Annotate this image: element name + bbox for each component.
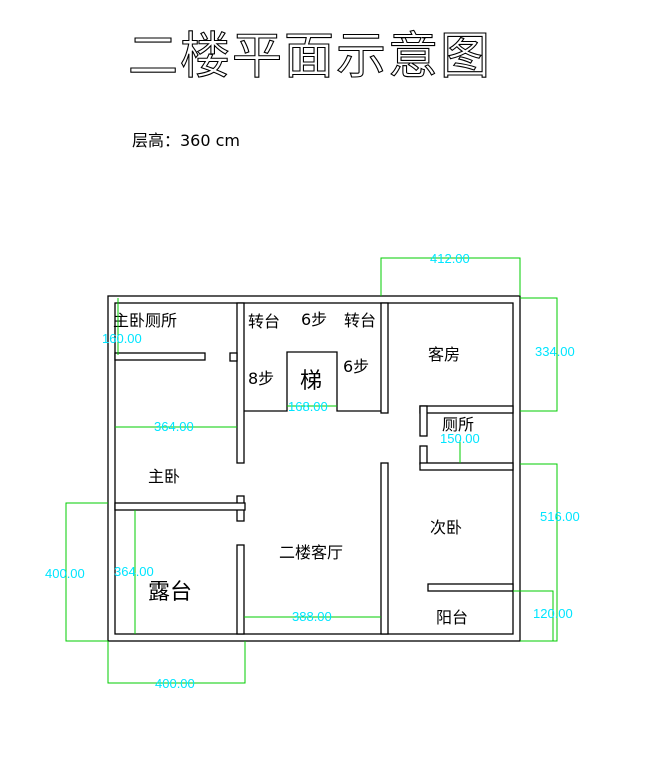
steps-top-label: 6步 xyxy=(301,310,327,329)
guest-room-label: 客房 xyxy=(428,345,460,364)
dim-388: 388.00 xyxy=(292,609,332,624)
steps-left-label: 8步 xyxy=(248,369,274,388)
dim-168: 168.00 xyxy=(288,399,328,414)
dim-400-left: 400.00 xyxy=(45,566,85,581)
dim-412: 412.00 xyxy=(430,251,470,266)
living-room-label: 二楼客厅 xyxy=(279,543,343,562)
second-bedroom-label: 次卧 xyxy=(430,518,462,537)
landing-left-label: 转台 xyxy=(248,312,280,331)
master-bedroom-label: 主卧 xyxy=(148,467,180,486)
dim-160: 160.00 xyxy=(102,331,142,346)
dim-334: 334.00 xyxy=(535,344,575,359)
plan-title: 二楼平面示意图 xyxy=(128,27,492,85)
dim-120: 120.00 xyxy=(533,606,573,621)
stair-label: 梯 xyxy=(300,369,322,394)
balcony-label: 阳台 xyxy=(436,608,468,627)
dim-364-terrace: 364.00 xyxy=(114,564,154,579)
floor-plan: 二楼平面示意图 层高：360 cm 主卧厕所 转台 6步 转台 8步 梯 6步 … xyxy=(45,26,580,691)
floor-height-note: 层高：360 cm xyxy=(132,131,240,150)
master-toilet-label: 主卧厕所 xyxy=(113,311,177,330)
dim-516: 516.00 xyxy=(540,509,580,524)
dim-364-master: 364.00 xyxy=(154,419,194,434)
landing-right-label: 转台 xyxy=(344,311,376,330)
steps-right-label: 6步 xyxy=(343,357,369,376)
terrace-label: 露台 xyxy=(148,580,192,605)
dim-150: 150.00 xyxy=(440,431,480,446)
dim-400-bottom: 400.00 xyxy=(155,676,195,691)
